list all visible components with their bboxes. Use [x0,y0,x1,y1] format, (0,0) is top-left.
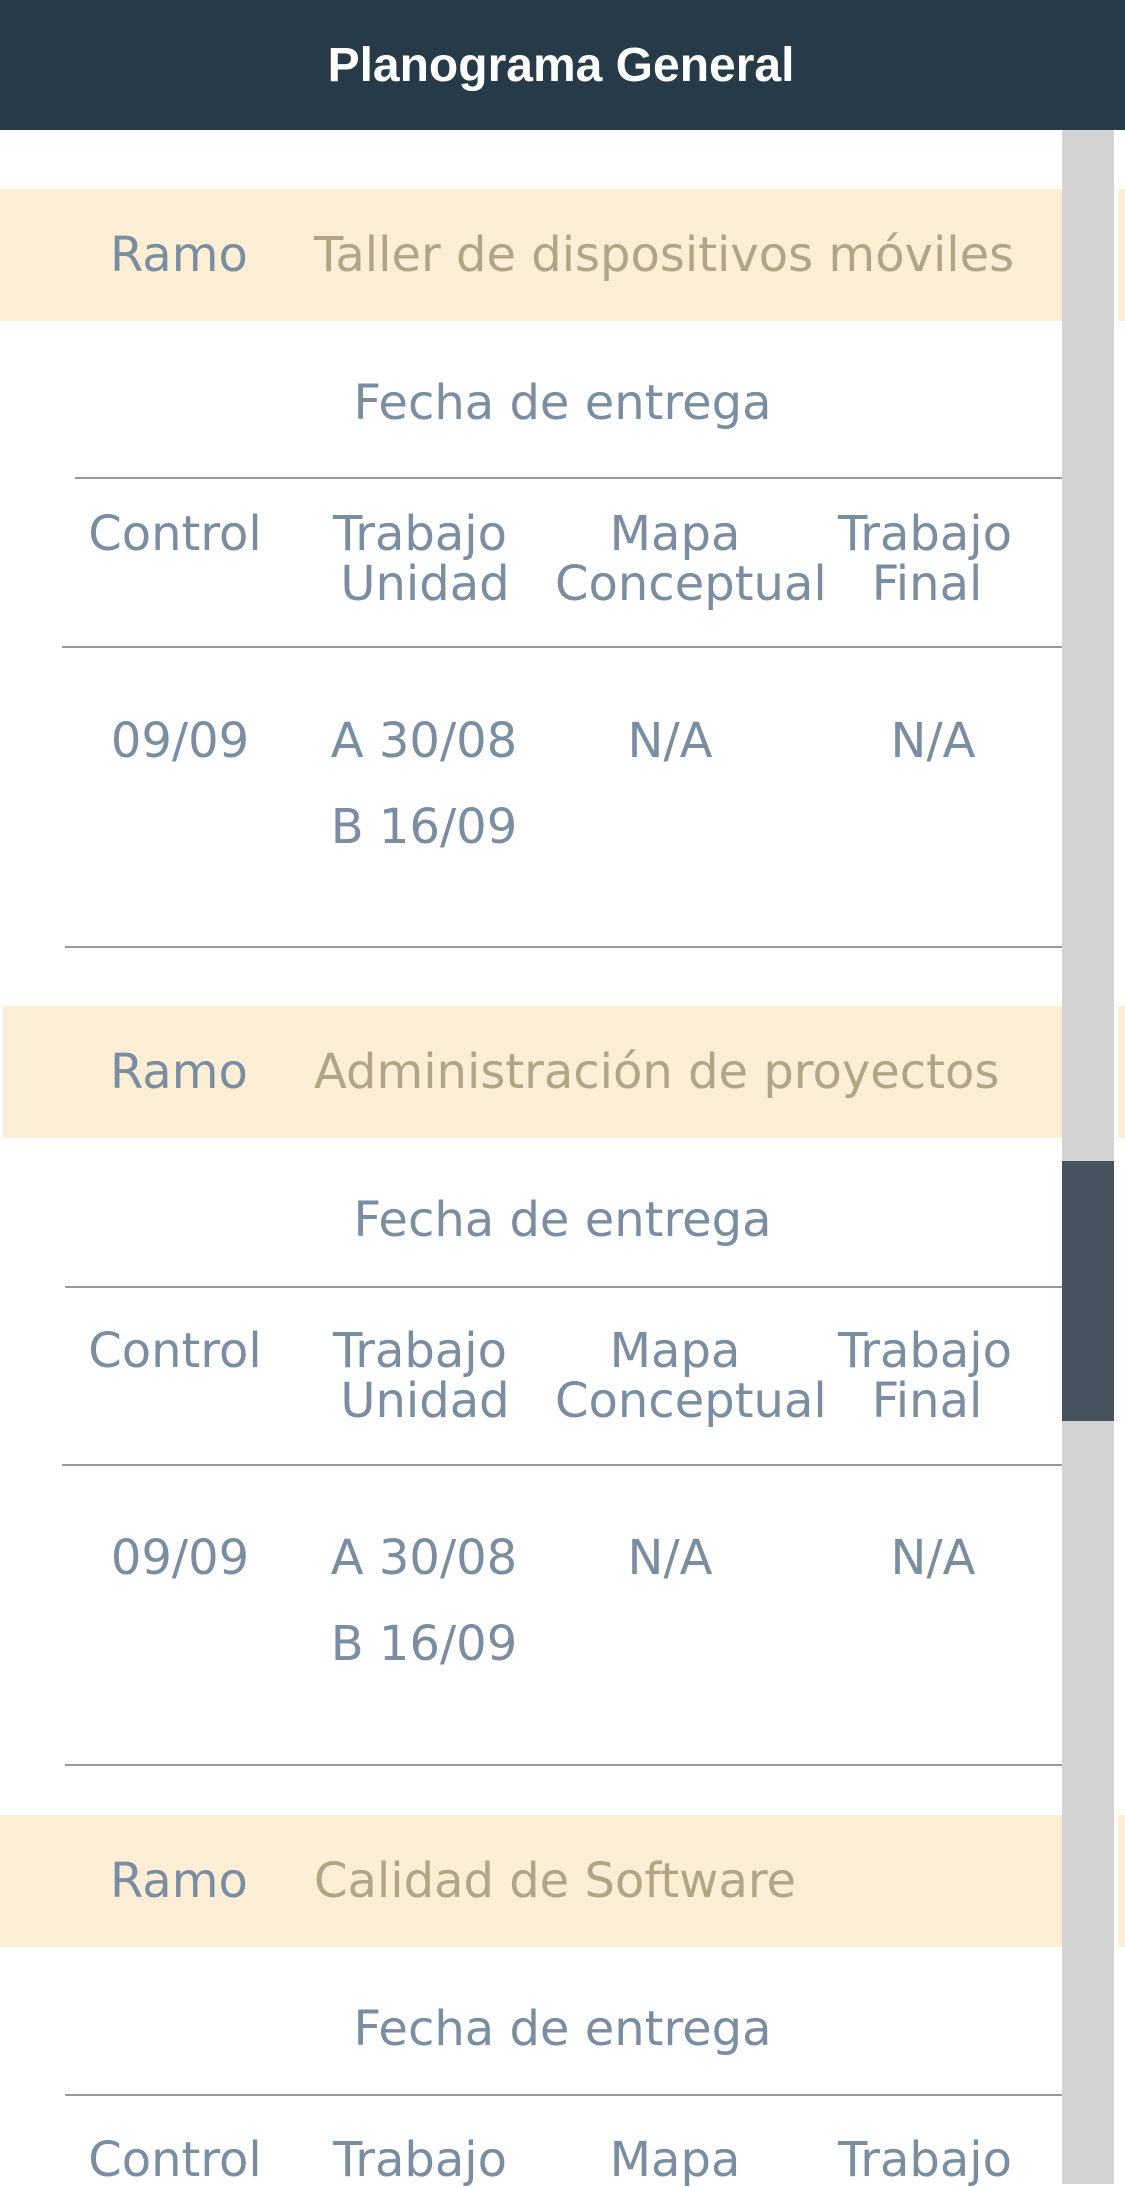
cell-trabajo-unidad-b: B 16/09 [330,1616,518,1672]
cell-mapa-conceptual: N/A [627,713,713,769]
ramo-band-edge [1118,1815,1125,1947]
fecha-entrega-heading: Fecha de entrega [353,2001,772,2057]
course-name: Taller de dispositivos móviles [314,227,1015,283]
divider [62,1464,1062,1466]
fecha-entrega-heading: Fecha de entrega [353,375,772,431]
divider [65,946,1062,948]
column-header-control: Control [88,1323,262,1379]
course-name: Administración de proyectos [314,1044,1000,1100]
ramo-band-edge [1118,1006,1125,1138]
cell-trabajo-final: N/A [890,713,976,769]
cell-mapa-conceptual: N/A [627,1530,713,1586]
column-header-trabajo-unidad: Trabajo Unidad [333,1323,510,1429]
column-header-trabajo-final: Trabajo Final [838,1323,1012,1429]
cell-control: 09/09 [110,1530,250,1586]
cell-control: 09/09 [110,713,250,769]
column-header-trabajo-final: Trabajo Final [838,506,1012,612]
cell-trabajo-final: N/A [890,1530,976,1586]
scroll-content[interactable]: Ramo Taller de dispositivos móviles Fech… [0,0,1073,2188]
course-name: Calidad de Software [314,1853,797,1909]
column-header-mapa-conceptual: Mapa Conceptual [555,506,827,612]
ramo-label: Ramo [110,227,248,283]
divider [62,646,1062,648]
column-header-mapa-conceptual: Mapa [609,2132,741,2188]
divider [65,2094,1062,2096]
column-header-trabajo-final: Trabajo [838,2132,1012,2188]
ramo-label: Ramo [110,1044,248,1100]
cell-trabajo-unidad-a: A 30/08 [330,713,518,769]
column-header-control: Control [88,506,262,562]
ramo-row: Ramo Taller de dispositivos móviles [0,189,1062,321]
ramo-label: Ramo [110,1853,248,1909]
ramo-band-edge [1118,189,1125,321]
cell-trabajo-unidad-a: A 30/08 [330,1530,518,1586]
ramo-row: Ramo Calidad de Software [0,1815,1062,1947]
scrollbar-thumb[interactable] [1062,1161,1114,1421]
column-header-control: Control [88,2132,262,2188]
ramo-row: Ramo Administración de proyectos [3,1006,1062,1138]
cell-trabajo-unidad-b: B 16/09 [330,799,518,855]
divider [75,477,1073,479]
divider [65,1286,1062,1288]
column-header-mapa-conceptual: Mapa Conceptual [555,1323,827,1429]
scrollbar-track[interactable] [1062,130,1114,2184]
column-header-trabajo-unidad: Trabajo [333,2132,507,2188]
fecha-entrega-heading: Fecha de entrega [353,1192,772,1248]
column-header-trabajo-unidad: Trabajo Unidad [333,506,510,612]
divider [65,1764,1062,1766]
